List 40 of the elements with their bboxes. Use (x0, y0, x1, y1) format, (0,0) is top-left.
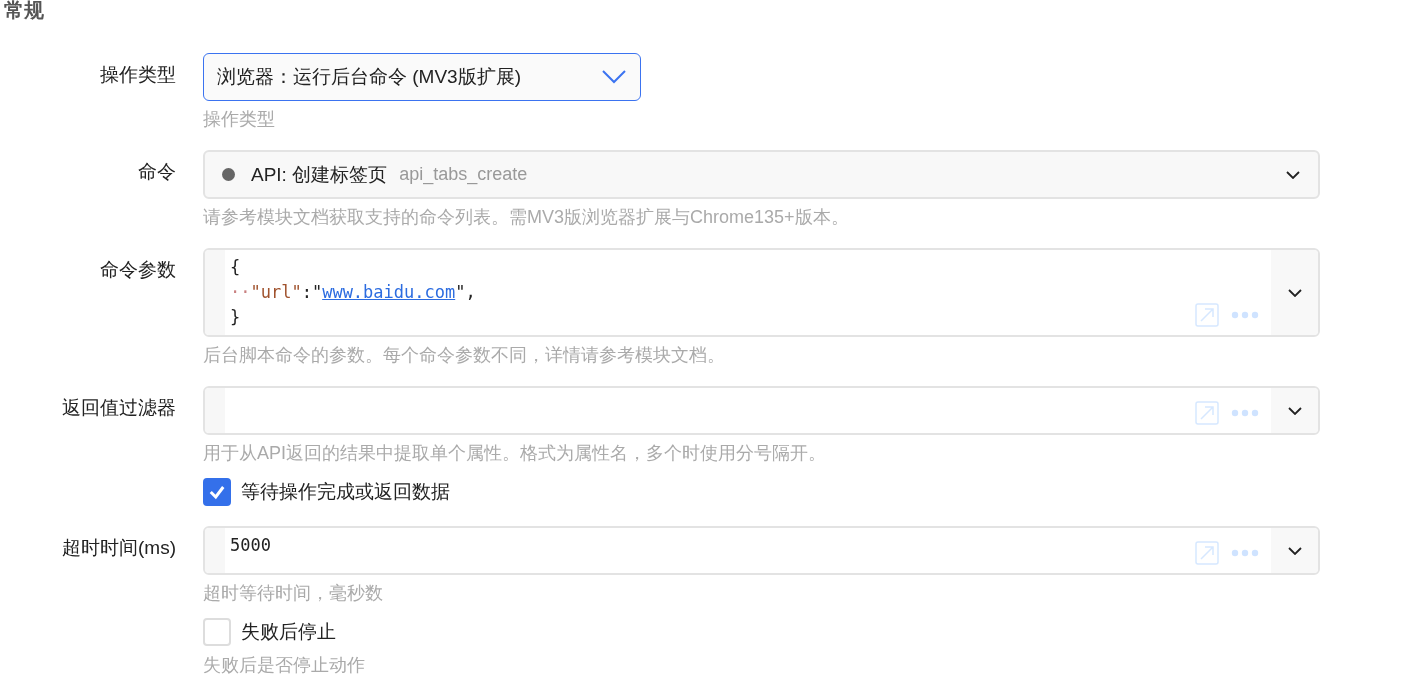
hint-text: 超时等待时间，毫秒数 (203, 582, 384, 605)
hint-text: 失败后是否停止动作 (203, 654, 366, 677)
hint-text: 操作类型 (203, 108, 276, 131)
hint-text: 用于从API返回的结果中提取单个属性。格式为属性名，多个时使用分号隔开。 (203, 442, 827, 465)
field-label: 操作类型 (100, 63, 176, 87)
dropdown-button[interactable] (1271, 528, 1318, 573)
expand-icon (1195, 541, 1219, 565)
code-line: { (230, 256, 241, 279)
checkbox[interactable] (203, 478, 231, 506)
chevron-down-icon (1287, 288, 1302, 297)
line-gutter (205, 528, 225, 573)
code-line: 5000 (230, 534, 271, 557)
code-editor[interactable]: { ··"url":"www.baidu.com", } (203, 248, 1320, 337)
hint-text: 请参考模块文档获取支持的命令列表。需MV3版浏览器扩展与Chrome135+版本。 (203, 206, 850, 229)
select-field[interactable]: 浏览器：运行后台命令 (MV3版扩展) (203, 53, 641, 101)
checkbox-label: 失败后停止 (241, 620, 336, 644)
code-editor[interactable] (203, 386, 1320, 435)
code-line: ··"url":"www.baidu.com", (230, 281, 476, 304)
chevron-down-icon (602, 70, 626, 84)
chevron-down-icon (1287, 546, 1302, 555)
field-label: 命令参数 (100, 258, 176, 282)
hint-text: 后台脚本命令的参数。每个命令参数不同，详情请参考模块文档。 (203, 344, 726, 367)
command-select[interactable]: API: 创建标签页 api_tabs_create (203, 150, 1320, 199)
section-title: 常规 (4, 0, 45, 20)
checkbox-label: 等待操作完成或返回数据 (241, 480, 450, 504)
line-gutter (205, 388, 225, 433)
field-label: 返回值过滤器 (62, 396, 176, 420)
field-label: 超时时间(ms) (62, 536, 176, 560)
more-icon (1231, 409, 1259, 417)
chevron-down-icon (1287, 406, 1302, 415)
dropdown-button[interactable] (1271, 250, 1318, 335)
field-label: 命令 (138, 160, 176, 184)
chevron-down-icon (1286, 170, 1300, 179)
code-line: } (230, 306, 241, 329)
dropdown-button[interactable] (1271, 388, 1318, 433)
expand-icon (1195, 303, 1219, 327)
more-icon (1231, 311, 1259, 319)
more-icon (1231, 549, 1259, 557)
expand-icon (1195, 401, 1219, 425)
code-editor[interactable]: 5000 (203, 526, 1320, 575)
